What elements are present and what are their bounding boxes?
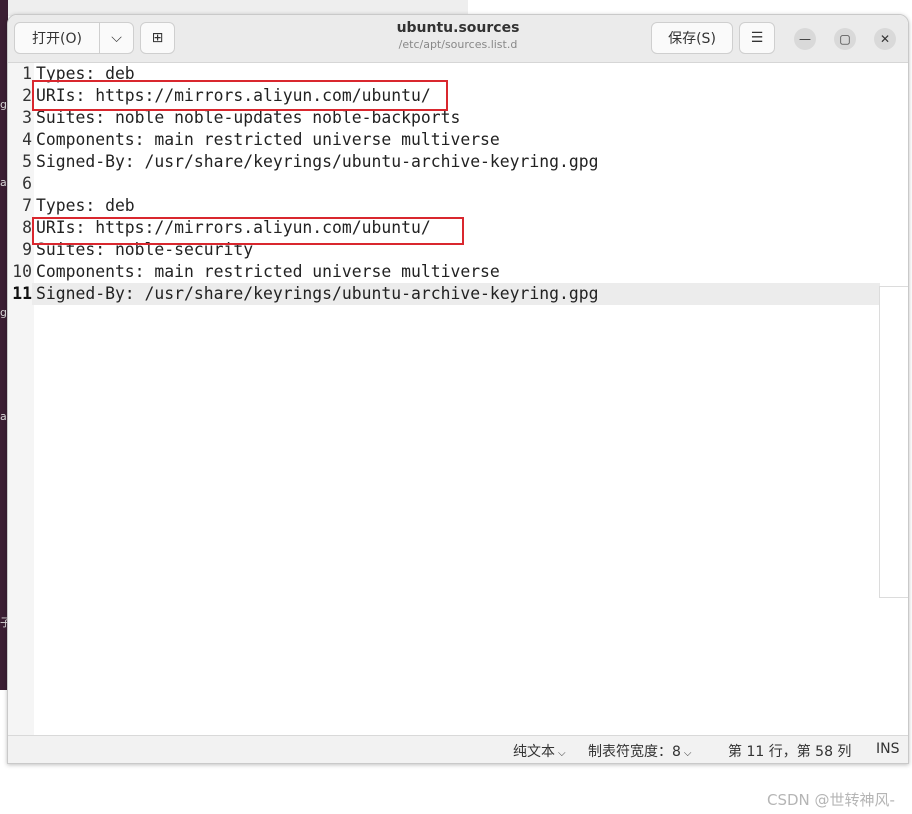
tab-width-label: 制表符宽度： — [588, 744, 672, 760]
line-number: 11 — [8, 283, 32, 305]
open-button-group: 打开(O) ⌵ — [14, 22, 134, 54]
language-selector[interactable]: 纯文本 ⌵ — [513, 741, 566, 761]
overlay-panel-edge — [879, 286, 908, 598]
line-number: 6 — [8, 173, 32, 195]
line-text: Signed-By: /usr/share/keyrings/ubuntu-ar… — [36, 284, 599, 303]
save-button[interactable]: 保存(S) — [651, 22, 733, 54]
line-number: 4 — [8, 129, 32, 151]
line-number: 9 — [8, 239, 32, 261]
window-title-area: ubuntu.sources /etc/apt/sources.list.d — [308, 20, 608, 51]
editor-line[interactable]: 5 Signed-By: /usr/share/keyrings/ubuntu-… — [8, 151, 908, 173]
line-number: 2 — [8, 85, 32, 107]
editor-line[interactable]: 10 Components: main restricted universe … — [8, 261, 908, 283]
line-number: 3 — [8, 107, 32, 129]
line-number: 1 — [8, 63, 32, 85]
line-number: 7 — [8, 195, 32, 217]
open-button[interactable]: 打开(O) — [15, 23, 100, 53]
line-text: Components: main restricted universe mul… — [36, 262, 500, 281]
text-editor-area[interactable]: 1 Types: deb 2 URIs: https://mirrors.ali… — [8, 63, 908, 735]
text-editor-window: 打开(O) ⌵ ⊞ ubuntu.sources /etc/apt/source… — [7, 14, 909, 764]
line-number: 5 — [8, 151, 32, 173]
minimize-icon[interactable]: — — [794, 28, 816, 50]
cursor-position[interactable]: 第 11 行，第 58 列 — [728, 741, 851, 761]
line-text: Types: deb — [36, 196, 135, 215]
editor-line[interactable]: 6 — [8, 173, 908, 195]
highlight-box — [32, 217, 464, 245]
desktop-edge-glyph: a — [0, 410, 7, 423]
line-number: 10 — [8, 261, 32, 283]
chevron-down-icon: ⌵ — [558, 748, 566, 759]
watermark: CSDN @世转神风- — [767, 791, 895, 809]
highlight-box — [32, 80, 448, 111]
editor-line-current[interactable]: 11 Signed-By: /usr/share/keyrings/ubuntu… — [8, 283, 880, 305]
chevron-down-icon: ⌵ — [683, 748, 692, 759]
editor-line[interactable]: 4 Components: main restricted universe m… — [8, 129, 908, 151]
line-text: Components: main restricted universe mul… — [36, 130, 500, 149]
hamburger-menu-icon[interactable]: ☰ — [739, 22, 775, 54]
header-bar: 打开(O) ⌵ ⊞ ubuntu.sources /etc/apt/source… — [8, 15, 908, 63]
insert-mode: INS — [876, 741, 900, 757]
tab-width-selector[interactable]: 制表符宽度：8 ⌵ — [588, 741, 692, 761]
desktop-edge-glyph: g — [0, 98, 7, 111]
language-label: 纯文本 — [513, 744, 555, 760]
tab-width-value: 8 — [672, 744, 681, 760]
chevron-down-icon[interactable]: ⌵ — [100, 23, 133, 53]
window-title: ubuntu.sources — [396, 20, 520, 36]
desktop-edge-glyph: g — [0, 306, 7, 319]
new-tab-icon[interactable]: ⊞ — [140, 22, 175, 54]
desktop-edge-glyph: a — [0, 176, 7, 189]
line-number: 8 — [8, 217, 32, 239]
status-bar: 纯文本 ⌵ 制表符宽度：8 ⌵ 第 11 行，第 58 列 INS — [8, 735, 908, 763]
maximize-icon[interactable]: ▢ — [834, 28, 856, 50]
close-icon[interactable]: ✕ — [874, 28, 896, 50]
window-subtitle: /etc/apt/sources.list.d — [398, 38, 518, 51]
editor-line[interactable]: 7 Types: deb — [8, 195, 908, 217]
line-text: Signed-By: /usr/share/keyrings/ubuntu-ar… — [36, 152, 599, 171]
